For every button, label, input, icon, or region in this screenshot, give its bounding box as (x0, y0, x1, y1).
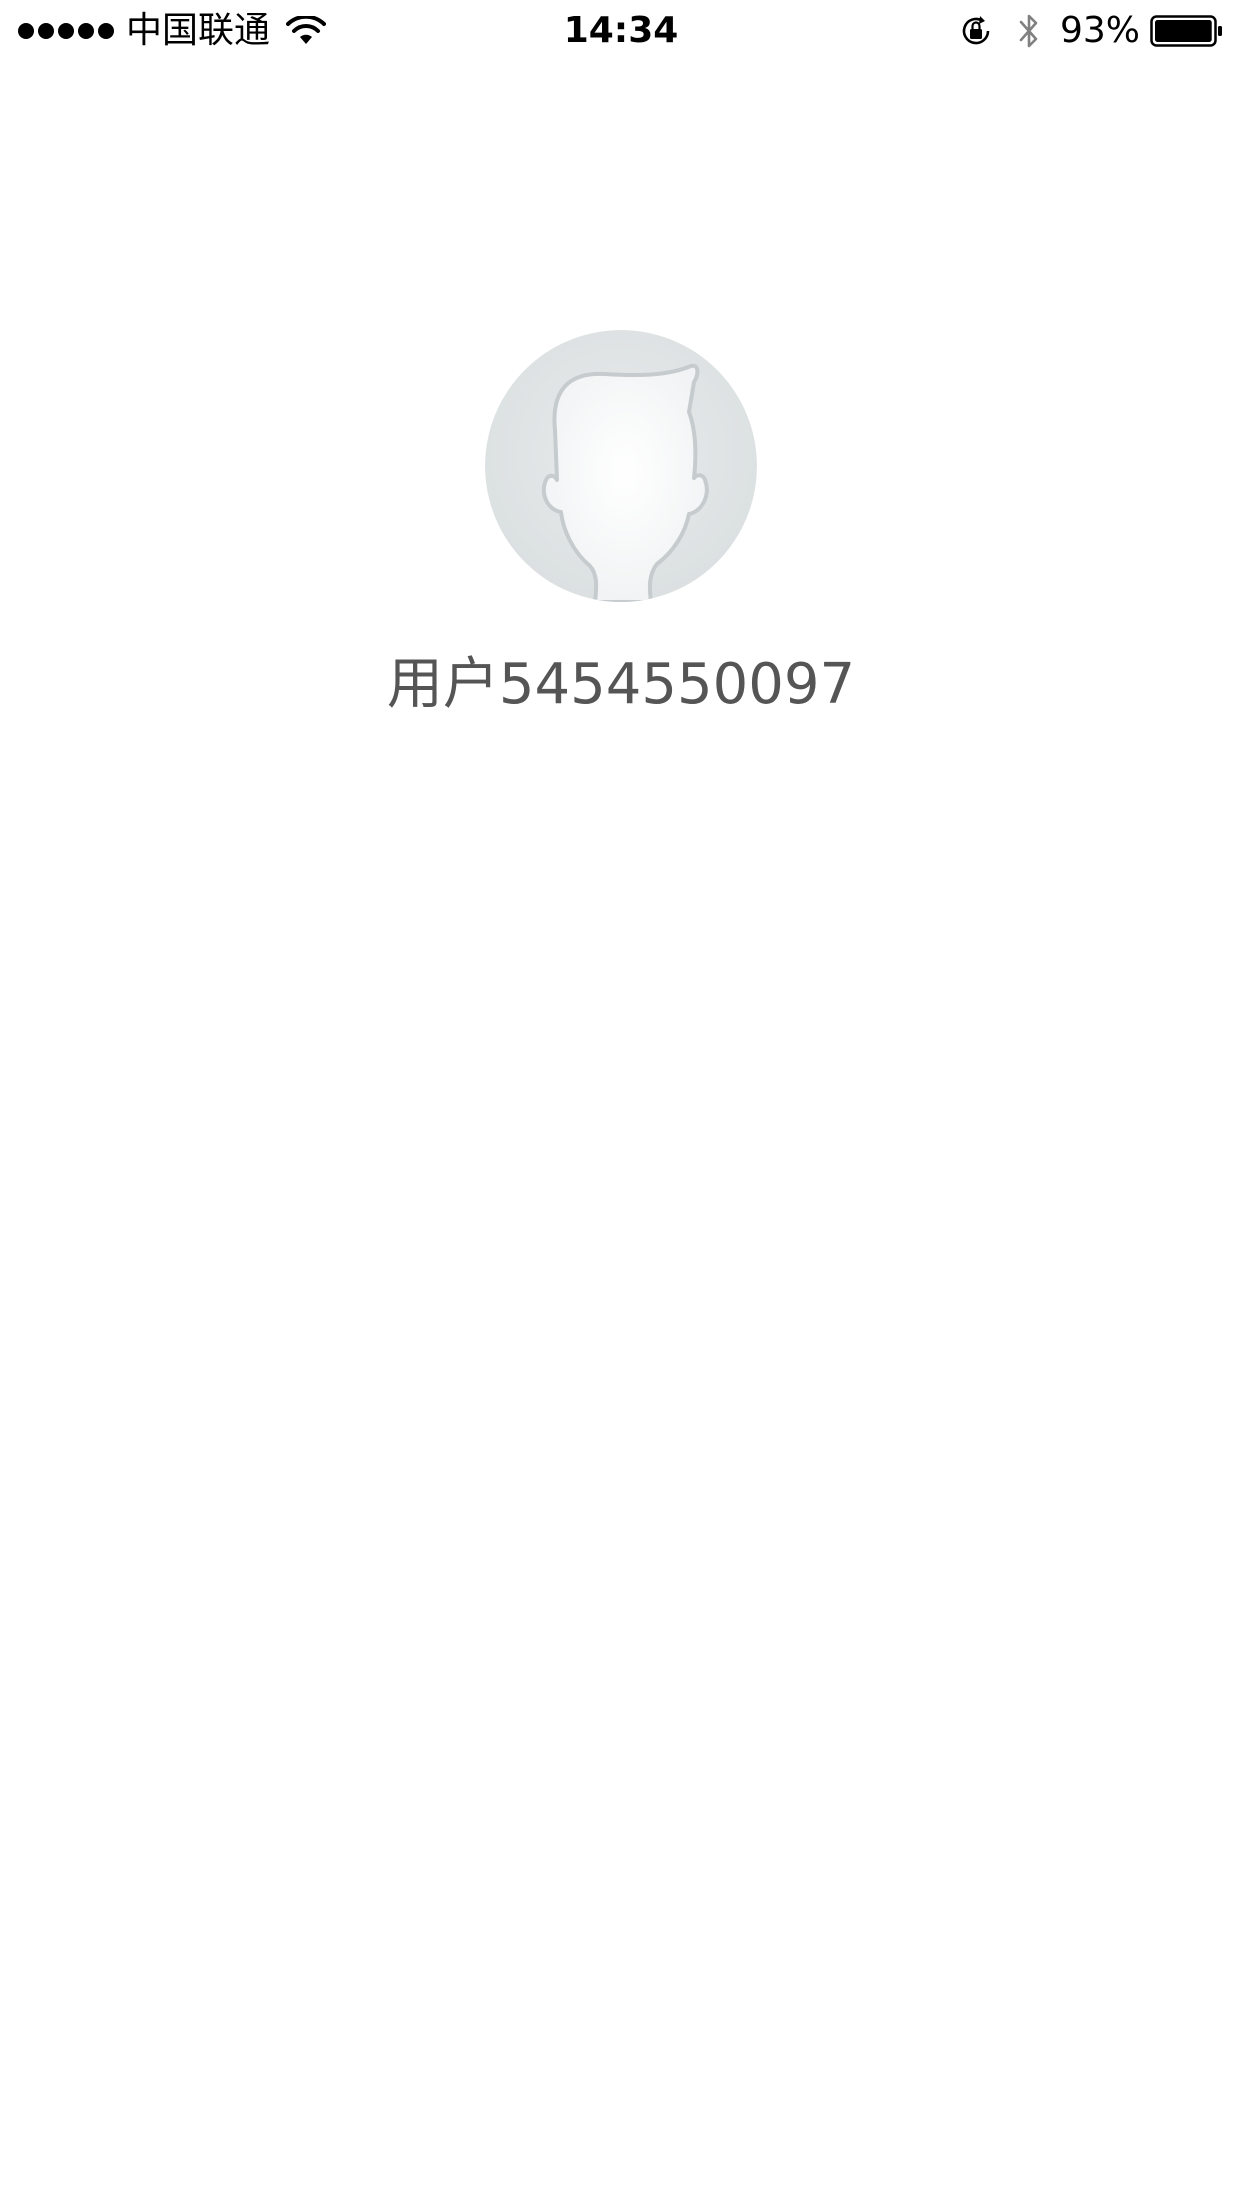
rotation-lock-icon (962, 16, 990, 45)
status-bar-right: 93% (958, 8, 1224, 54)
username: 用户5454550097 (386, 652, 856, 717)
default-avatar-icon (485, 330, 757, 602)
profile-section: 用户5454550097 (0, 330, 1242, 720)
status-bar: 中国联通 14:34 93% (0, 0, 1242, 60)
battery-icon (1150, 15, 1222, 47)
battery-percentage: 93% (1059, 10, 1140, 51)
bluetooth-icon (1019, 14, 1038, 48)
avatar[interactable] (485, 330, 757, 602)
